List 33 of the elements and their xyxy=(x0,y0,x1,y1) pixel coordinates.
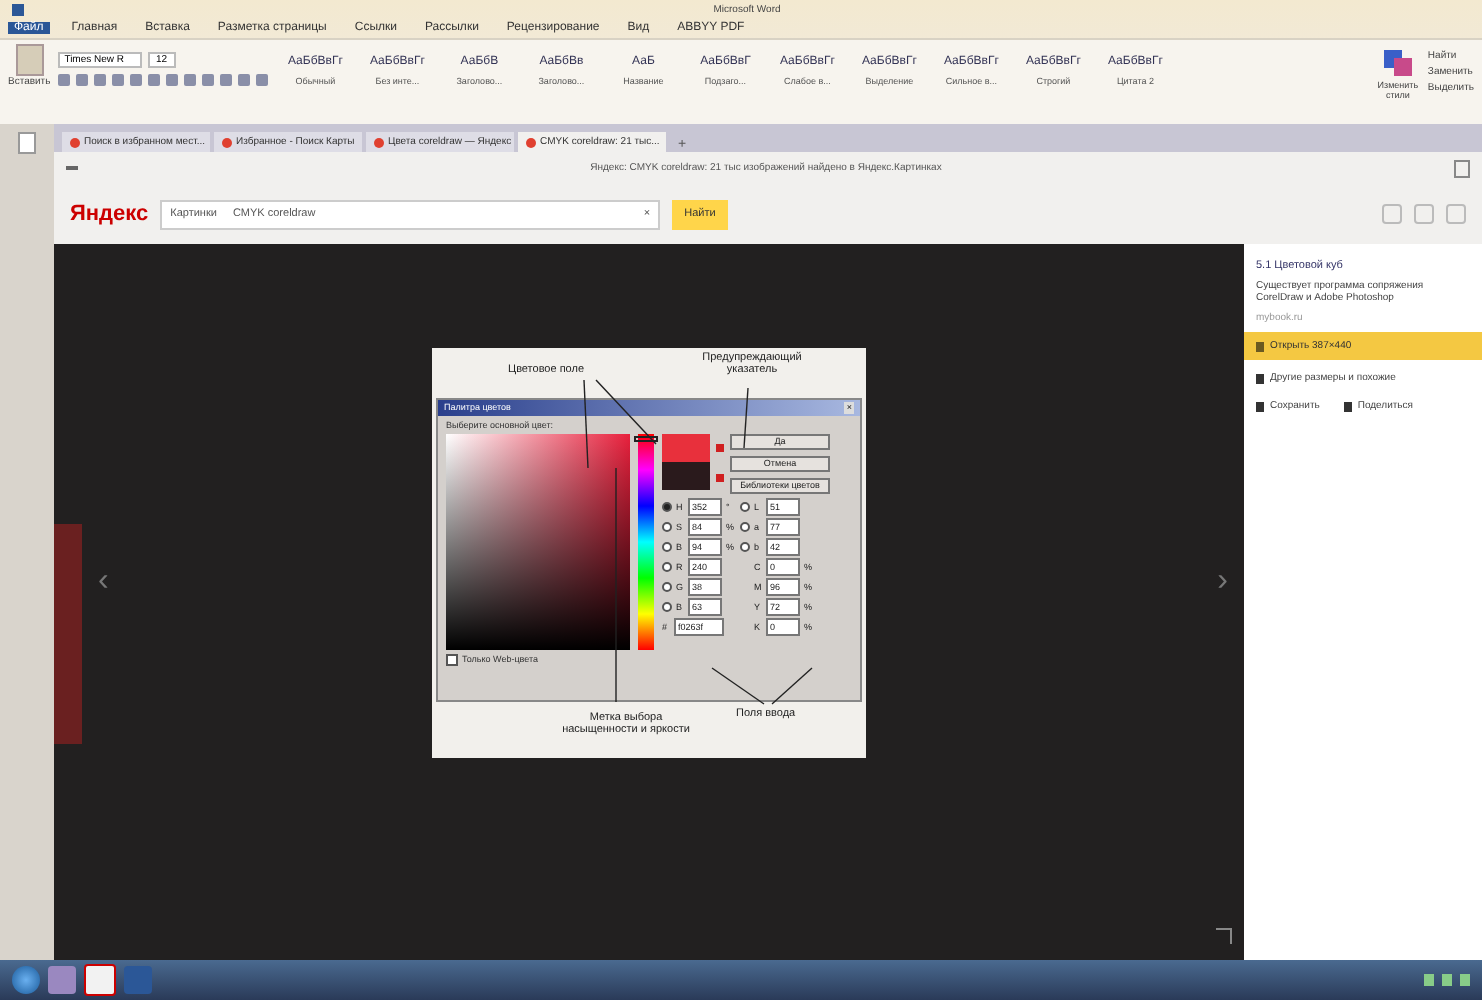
site-logo[interactable]: Яндекс xyxy=(70,202,149,226)
radio-button[interactable] xyxy=(740,522,750,532)
radio-button[interactable] xyxy=(662,522,672,532)
previous-arrow[interactable]: ‹ xyxy=(98,564,109,600)
leader-line xyxy=(771,666,813,704)
bookmark-icon[interactable] xyxy=(1454,159,1470,177)
new-color-swatch xyxy=(662,433,710,461)
favicon-icon xyxy=(70,137,80,147)
hue-slider[interactable] xyxy=(638,433,654,649)
current-color-swatch xyxy=(662,461,710,489)
leader-line xyxy=(583,378,589,468)
radio-button[interactable] xyxy=(662,502,672,512)
styles-icon xyxy=(1381,46,1414,78)
hue-slider-thumb[interactable] xyxy=(634,435,658,442)
start-button[interactable] xyxy=(12,966,40,994)
radio-button[interactable] xyxy=(662,602,672,612)
color-field[interactable] xyxy=(446,433,630,649)
checkbox[interactable] xyxy=(446,653,458,665)
favicon-icon xyxy=(222,137,232,147)
next-arrow[interactable]: › xyxy=(1217,564,1228,600)
radio-button[interactable] xyxy=(662,582,672,592)
radio-button[interactable] xyxy=(740,502,750,512)
radio-button[interactable] xyxy=(662,562,672,572)
expand-icon[interactable] xyxy=(1216,928,1232,944)
radio-button[interactable] xyxy=(662,542,672,552)
radio-button[interactable] xyxy=(740,542,750,552)
word-icon xyxy=(12,3,24,15)
favicon-icon xyxy=(374,137,384,147)
clipboard-icon xyxy=(15,44,44,76)
leader-line xyxy=(711,666,765,704)
leader-line xyxy=(595,378,657,444)
favicon-icon xyxy=(526,137,536,147)
leader-line xyxy=(743,386,749,448)
